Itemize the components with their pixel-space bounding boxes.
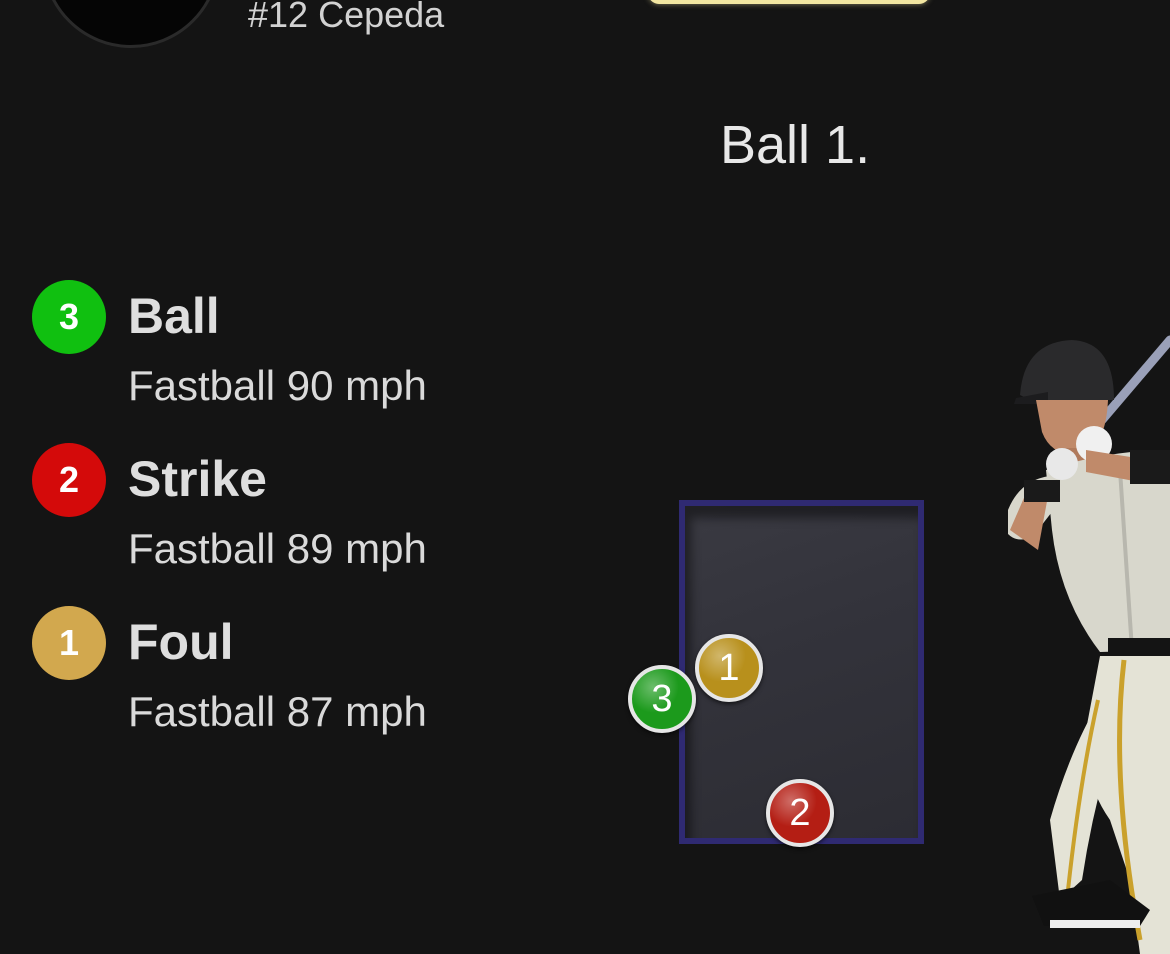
pitch-entry: 3 Ball Fastball 90 mph [32,278,552,441]
pitch-entry: 1 Foul Fastball 87 mph [32,604,552,767]
top-banner [648,0,930,4]
pitch-number-badge: 2 [32,443,106,517]
pitch-entry: 2 Strike Fastball 89 mph [32,441,552,604]
pitch-number-badge: 1 [32,606,106,680]
pitch-detail: Fastball 87 mph [128,688,427,735]
pitch-outcome: Strike [128,451,267,507]
pitch-number-badge: 3 [32,280,106,354]
pitch-outcome: Foul [128,614,234,670]
pitch-outcome: Ball [128,288,220,344]
pitch-location-marker: 2 [766,779,834,847]
batter-avatar [42,0,220,48]
pitch-location-marker: 3 [628,665,696,733]
pitch-result: Ball 1. [720,115,871,175]
pitch-detail: Fastball 89 mph [128,525,427,572]
pitch-location-marker: 1 [695,634,763,702]
batter-number: #12 Cepeda [248,0,445,35]
pitch-detail: Fastball 90 mph [128,362,427,409]
batter-figure [1008,335,1170,954]
pitch-log: 3 Ball Fastball 90 mph 2 Strike Fastball… [32,278,552,767]
